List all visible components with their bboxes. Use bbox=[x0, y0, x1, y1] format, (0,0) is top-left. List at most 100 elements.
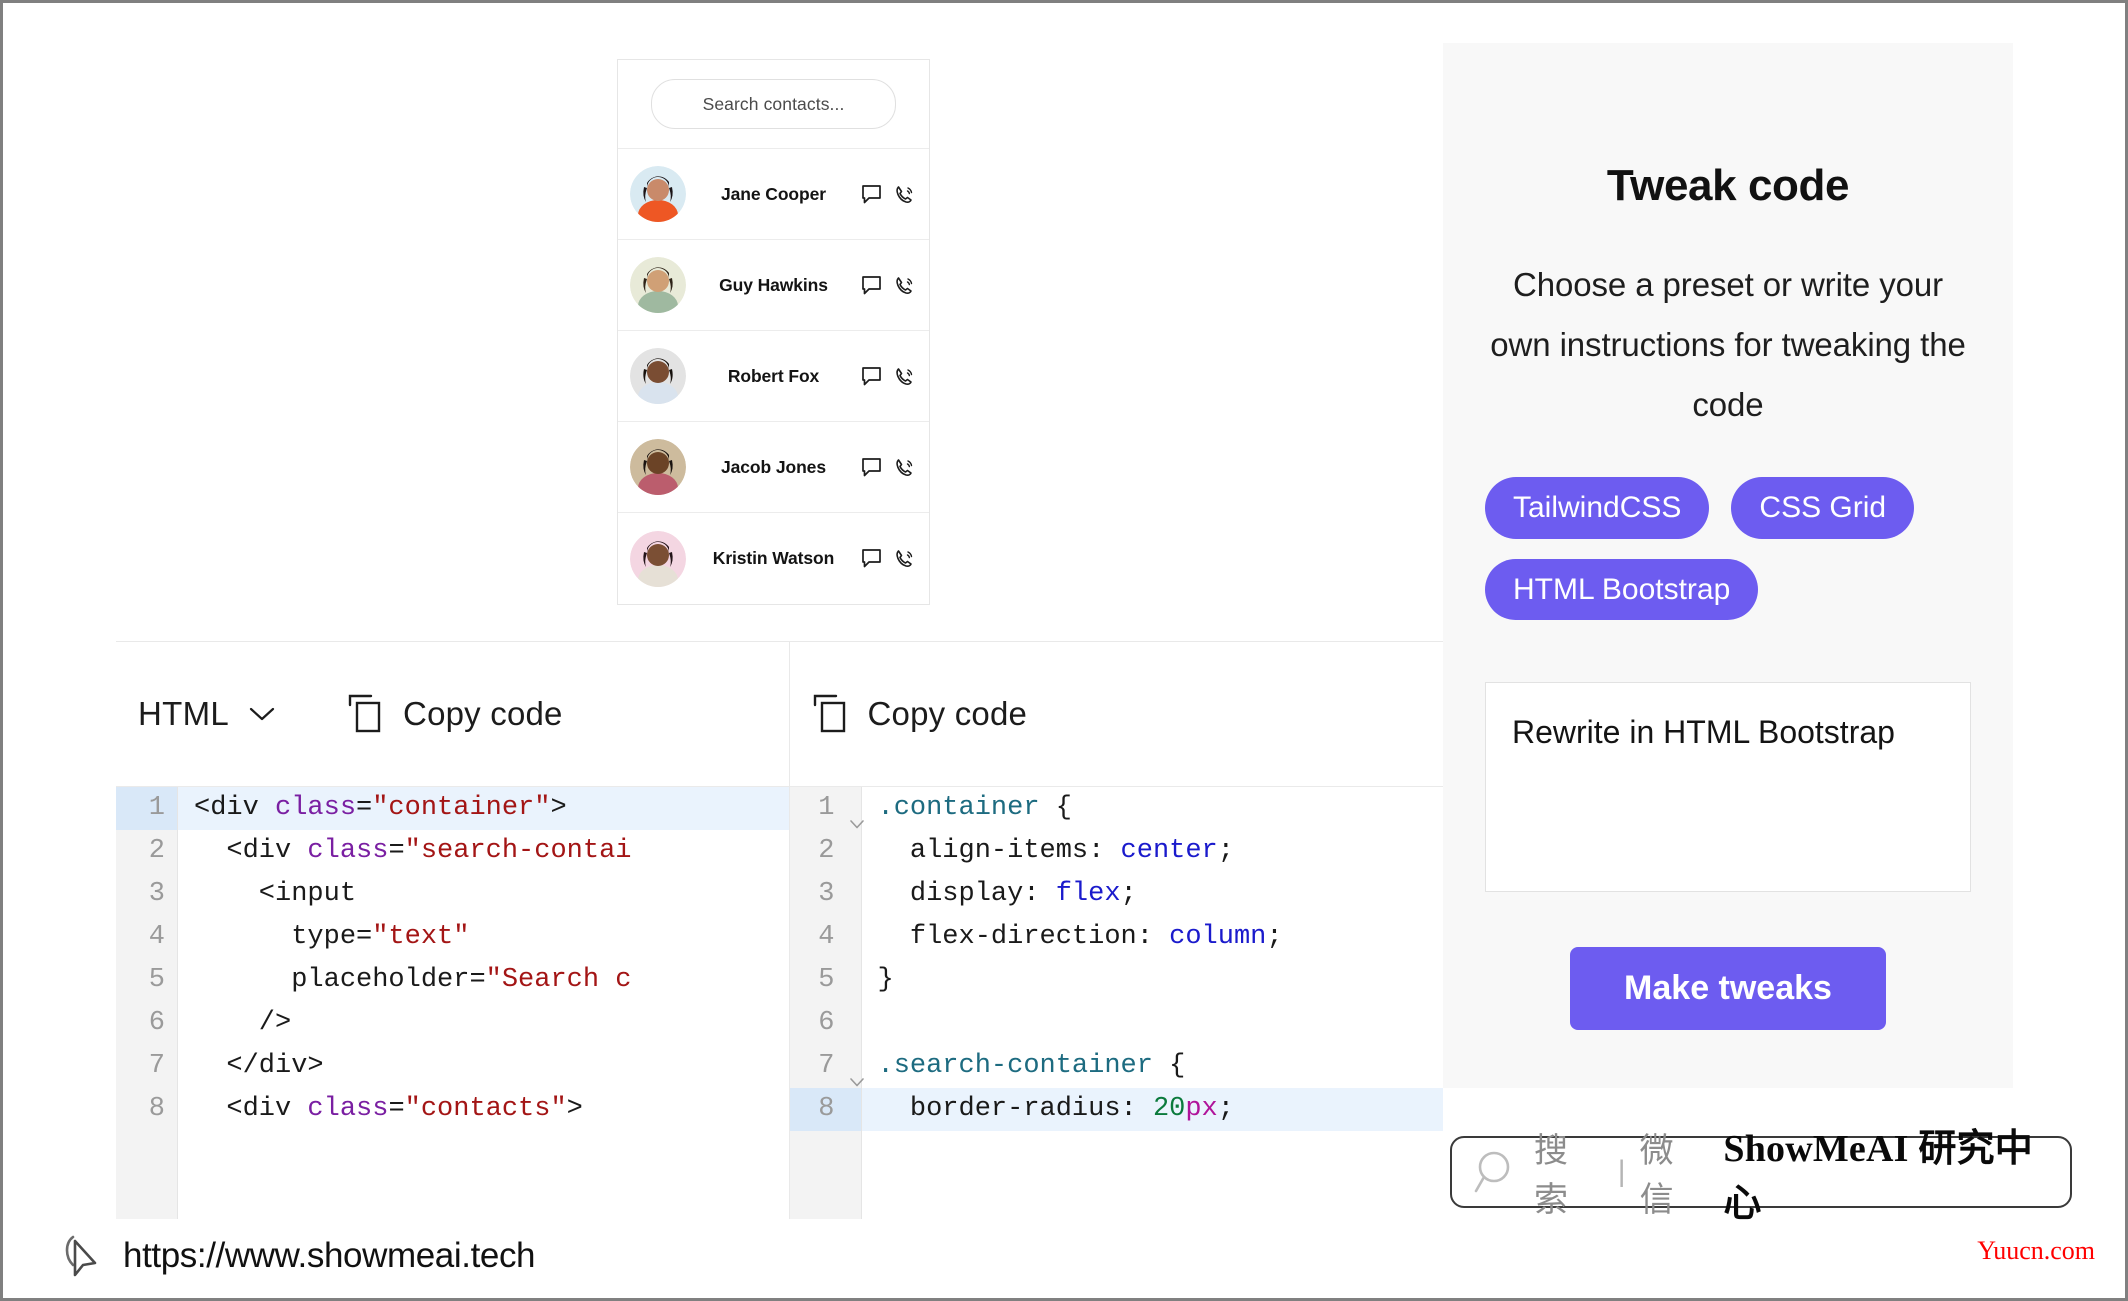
message-bubble-icon[interactable] bbox=[861, 275, 882, 296]
code-line: </div> bbox=[194, 1051, 324, 1081]
submit-row: Make tweaks bbox=[1485, 947, 1971, 1030]
css-code-body[interactable]: 1 2 3 4 5 6 78 .container { align-items: cente… bbox=[789, 786, 1444, 1219]
footer-url-text: https://www.showmeai.tech bbox=[123, 1236, 536, 1275]
line-number: 1 bbox=[790, 787, 864, 830]
watermark-channel: 微信 bbox=[1639, 1132, 1675, 1219]
phone-call-icon[interactable] bbox=[894, 184, 915, 205]
contact-actions bbox=[861, 548, 915, 569]
search-input[interactable]: Search contacts... bbox=[651, 79, 896, 129]
code-line: flex-direction: column; bbox=[877, 922, 1283, 952]
code-line: <div class="contacts"> bbox=[194, 1094, 583, 1124]
line-number: 8 bbox=[148, 1094, 165, 1124]
message-bubble-icon[interactable] bbox=[861, 184, 882, 205]
contact-name: Robert Fox bbox=[727, 365, 820, 386]
code-line: placeholder="Search c bbox=[194, 965, 632, 995]
message-bubble-icon[interactable] bbox=[861, 366, 882, 387]
html-code-pane: HTML Copy code 1 2 3 4 5 6 7 8 <div class="cont… bbox=[116, 642, 790, 1219]
contact-actions bbox=[861, 275, 915, 296]
copy-code-label: Copy code bbox=[403, 695, 563, 732]
copy-code-button-html[interactable]: Copy code bbox=[347, 694, 563, 734]
phone-call-icon[interactable] bbox=[894, 548, 915, 569]
chevron-down-icon[interactable] bbox=[849, 803, 865, 829]
line-number: 1 bbox=[116, 787, 177, 830]
code-line: border-radius: 20px; bbox=[861, 1088, 1443, 1131]
css-pane-toolbar: Copy code bbox=[790, 642, 1444, 786]
line-number: 7 bbox=[790, 1045, 864, 1088]
avatar bbox=[630, 530, 686, 587]
avatar bbox=[630, 439, 686, 495]
line-number: 5 bbox=[818, 965, 835, 995]
chevron-down-icon[interactable] bbox=[849, 1061, 865, 1087]
avatar bbox=[630, 257, 686, 313]
avatar bbox=[630, 166, 686, 222]
code-line: <div class="search-contai bbox=[194, 836, 632, 866]
css-line-number-gutter: 1 2 3 4 5 6 78 bbox=[789, 787, 864, 1219]
line-number: 6 bbox=[148, 1008, 165, 1038]
contact-name: Kristin Watson bbox=[712, 548, 835, 568]
html-code-lines[interactable]: <div class="container"> <div class="sear… bbox=[178, 787, 789, 1219]
code-line: display: flex; bbox=[877, 879, 1137, 909]
watermark-search-text: 搜索 bbox=[1534, 1132, 1569, 1219]
line-number: 3 bbox=[818, 879, 835, 909]
line-number: 2 bbox=[818, 836, 835, 866]
message-bubble-icon[interactable] bbox=[861, 457, 882, 478]
contact-row[interactable]: Jacob Jones bbox=[618, 422, 929, 513]
line-number: 8 bbox=[789, 1088, 861, 1131]
code-editor: HTML Copy code 12345678 <div class="cont… bbox=[116, 641, 1443, 1219]
message-bubble-icon[interactable] bbox=[861, 548, 882, 569]
watermark-search-bar: 搜索 | 微信 ShowMeAI 研究中心 bbox=[1450, 1128, 2072, 1225]
search-zone: Search contacts... bbox=[618, 60, 929, 149]
phone-call-icon[interactable] bbox=[894, 457, 915, 478]
preset-button[interactable]: TailwindCSS bbox=[1485, 477, 1710, 539]
copy-icon bbox=[347, 694, 385, 734]
code-line: /> bbox=[194, 1008, 292, 1038]
contact-row[interactable]: Robert Fox bbox=[618, 331, 929, 422]
code-line: align-items: center; bbox=[877, 836, 1234, 866]
page-title: Tweak code bbox=[1606, 161, 1850, 210]
language-selector[interactable]: HTML bbox=[138, 695, 275, 733]
preset-button[interactable]: CSS Grid bbox=[1731, 477, 1915, 539]
line-number: 2 bbox=[148, 836, 165, 866]
code-line: type="text" bbox=[194, 922, 470, 952]
line-number: 4 bbox=[818, 922, 835, 952]
contact-actions bbox=[861, 366, 915, 387]
line-number: 7 bbox=[148, 1051, 165, 1081]
line-number: 5 bbox=[148, 965, 165, 995]
watermark-brand: ShowMeAI 研究中心 bbox=[1723, 1128, 2033, 1225]
css-code-lines[interactable]: .container { align-items: center; displa… bbox=[861, 787, 1444, 1219]
language-label: HTML bbox=[138, 695, 230, 732]
css-code-pane: Copy code 1 2 3 4 5 6 78 .container { align-it… bbox=[789, 642, 1444, 1219]
contact-row[interactable]: Jane Cooper bbox=[618, 149, 929, 240]
make-tweaks-button[interactable]: Make tweaks bbox=[1570, 947, 1886, 1030]
contact-row[interactable]: Kristin Watson bbox=[618, 513, 929, 604]
line-number: 3 bbox=[148, 879, 165, 909]
contact-actions bbox=[861, 457, 915, 478]
panel-subtitle: Choose a preset or write your own instru… bbox=[1490, 266, 1966, 423]
line-number: 6 bbox=[818, 1008, 835, 1038]
phone-call-icon[interactable] bbox=[894, 275, 915, 296]
phone-call-icon[interactable] bbox=[894, 366, 915, 387]
code-line: .search-container { bbox=[877, 1051, 1186, 1081]
line-number: 4 bbox=[148, 922, 165, 952]
avatar bbox=[630, 348, 686, 404]
copy-code-button-css[interactable]: Copy code bbox=[812, 694, 1028, 734]
contact-name: Jane Cooper bbox=[721, 183, 826, 204]
footer-url-block: https://www.showmeai.tech bbox=[61, 1231, 536, 1281]
tweak-code-panel: Tweak code Choose a preset or write your… bbox=[1443, 43, 2013, 1088]
watermark-divider: | bbox=[1617, 1155, 1626, 1188]
code-line: } bbox=[877, 965, 894, 995]
html-pane-toolbar: HTML Copy code bbox=[116, 642, 789, 786]
html-line-number-gutter: 1 2 3 4 5 6 7 8 bbox=[116, 787, 178, 1219]
preset-button-group: TailwindCSS CSS Grid HTML Bootstrap bbox=[1485, 477, 1971, 620]
contact-row[interactable]: Guy Hawkins bbox=[618, 240, 929, 331]
instruction-textarea[interactable] bbox=[1485, 682, 1971, 892]
copy-icon bbox=[812, 694, 850, 734]
copy-code-label: Copy code bbox=[867, 695, 1028, 732]
code-line: <div class="container"> bbox=[178, 787, 789, 830]
html-code-body[interactable]: 1 2 3 4 5 6 7 8 <div class="container"> <div cl… bbox=[116, 786, 789, 1219]
code-line: .container { bbox=[877, 793, 1072, 823]
preset-button[interactable]: HTML Bootstrap bbox=[1485, 558, 1759, 620]
search-placeholder-text: Search contacts... bbox=[702, 93, 845, 114]
contact-actions bbox=[861, 184, 915, 205]
